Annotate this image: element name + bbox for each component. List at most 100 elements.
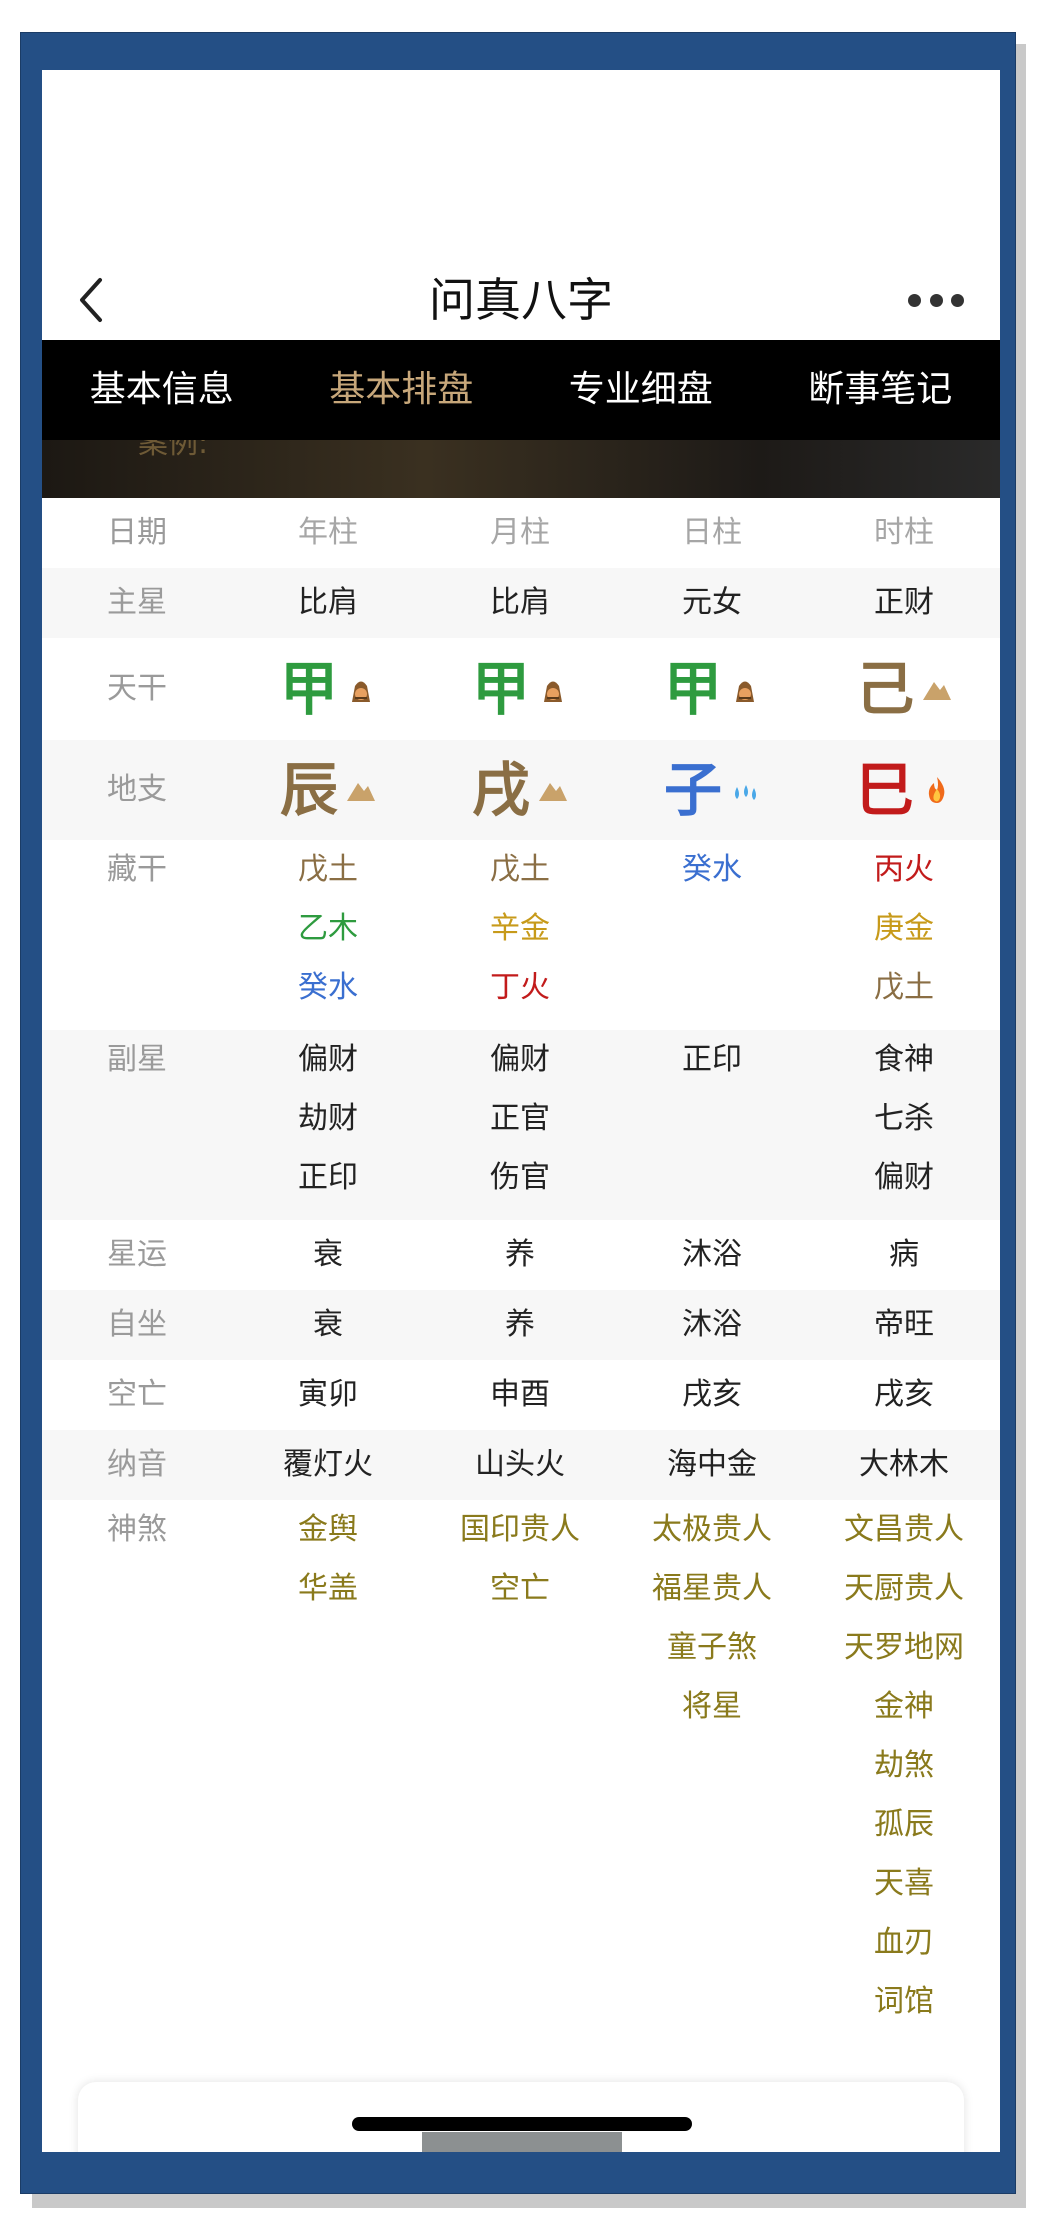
redacted-text [422,2132,622,2152]
tiangan-char: 甲 [279,655,338,723]
dizhi-char: 戌 [471,756,530,824]
main-star-month: 比肩 [490,585,550,620]
shensha-day: 太极贵人 福星贵人 童子煞 将星 [616,1500,808,1736]
shensha-item: 天厨贵人 [844,1571,964,1606]
row-label: 地支 [107,772,167,807]
fuxing-year: 偏财 劫财 正印 [232,1030,424,1207]
water-icon [735,785,756,800]
dizhi-char: 子 [663,756,722,824]
row-label: 自坐 [107,1307,167,1342]
shensha-item: 国印贵人 [460,1512,580,1547]
canggan-month: 戊土 辛金 丁火 [424,840,616,1017]
main-star-row: 主星 比肩 比肩 元女 正财 [42,568,1000,638]
row-label: 空亡 [107,1377,167,1412]
fuxing-item: 伤官 [490,1160,550,1195]
zizuo-year: 衰 [313,1307,343,1342]
tiangan-year: 甲 [232,638,424,740]
fuxing-item: 正官 [490,1101,550,1136]
bazi-grid: 日期 年柱 月柱 日柱 时柱 主星 比肩 比肩 元女 正财 天干 甲 甲 甲 己… [42,498,1000,2060]
shensha-year: 金舆 华盖 [232,1500,424,1618]
nayin-day: 海中金 [667,1447,757,1482]
tab-basic-chart[interactable]: 基本排盘 [282,340,522,440]
fuxing-item: 食神 [874,1042,934,1077]
zizuo-day: 沐浴 [682,1307,742,1342]
dizhi-month: 戌 [424,740,616,840]
shensha-item: 华盖 [298,1571,358,1606]
header-row: 日期 年柱 月柱 日柱 时柱 [42,498,1000,568]
shensha-item: 血刃 [874,1925,934,1960]
canggan-item: 乙木 [298,911,358,946]
col-header-hour: 时柱 [874,515,934,550]
tiangan-hour: 己 [808,638,1000,740]
tiangan-char: 甲 [471,655,530,723]
dizhi-char: 巳 [855,756,914,824]
row-label: 神煞 [107,1512,167,1547]
canggan-item: 癸水 [298,970,358,1005]
row-label: 藏干 [107,852,167,887]
tab-bar: 基本信息 基本排盘 专业细盘 断事笔记 [42,340,1000,440]
more-icon[interactable] [908,290,964,310]
xingyun-hour: 病 [889,1237,919,1272]
shensha-item: 劫煞 [874,1748,934,1783]
col-header-year: 年柱 [298,515,358,550]
canggan-year: 戊土 乙木 癸水 [232,840,424,1017]
canggan-item: 戊土 [298,852,358,887]
main-star-year: 比肩 [298,585,358,620]
tiangan-char: 己 [855,655,914,723]
shensha-month: 国印贵人 空亡 [424,1500,616,1618]
fuxing-item: 正印 [298,1160,358,1195]
page-title: 问真八字 [429,273,613,327]
shensha-item: 金神 [874,1689,934,1724]
kongwang-row: 空亡 寅卯 申酉 戌亥 戌亥 [42,1360,1000,1430]
fuxing-item: 偏财 [490,1042,550,1077]
shensha-row: 神煞 金舆 华盖 国印贵人 空亡 太极贵人 福星贵人 童子煞 将星 文昌贵人 天… [42,1500,1000,2060]
main-star-day: 元女 [682,585,742,620]
kongwang-hour: 戌亥 [874,1377,934,1412]
nayin-hour: 大林木 [859,1447,949,1482]
tab-notes[interactable]: 断事笔记 [761,340,1001,440]
banner-strip: 案例: [42,440,1000,498]
canggan-item: 戊土 [874,970,934,1005]
row-label: 纳音 [107,1447,167,1482]
earth-icon [539,783,567,801]
shensha-item: 词馆 [874,1984,934,2019]
fuxing-item: 七杀 [874,1101,934,1136]
nayin-row: 纳音 覆灯火 山头火 海中金 大林木 [42,1430,1000,1500]
fuxing-row: 副星 偏财 劫财 正印 偏财 正官 伤官 正印 食神 七杀 偏财 [42,1030,1000,1220]
row-label: 主星 [107,585,167,620]
col-header-day: 日柱 [682,515,742,550]
row-label: 星运 [107,1237,167,1272]
tab-basic-info[interactable]: 基本信息 [42,340,282,440]
wood-icon [736,681,754,702]
home-indicator[interactable] [352,2117,692,2131]
main-star-hour: 正财 [874,585,934,620]
xingyun-month: 养 [505,1237,535,1272]
canggan-item: 癸水 [682,852,742,887]
col-header-month: 月柱 [490,515,550,550]
canggan-item: 丙火 [874,852,934,887]
tab-pro-chart[interactable]: 专业细盘 [521,340,761,440]
kongwang-year: 寅卯 [298,1377,358,1412]
canggan-item: 庚金 [874,911,934,946]
earth-icon [923,682,951,700]
row-label: 副星 [107,1042,167,1077]
dizhi-year: 辰 [232,740,424,840]
shensha-item: 空亡 [490,1571,550,1606]
shensha-item: 文昌贵人 [844,1512,964,1547]
shensha-item: 童子煞 [667,1630,757,1665]
shensha-item: 天喜 [874,1866,934,1901]
canggan-item: 辛金 [490,911,550,946]
fuxing-item: 偏财 [874,1160,934,1195]
fuxing-day: 正印 [616,1030,808,1089]
kongwang-month: 申酉 [490,1377,550,1412]
wood-icon [352,681,370,702]
dizhi-day: 子 [616,740,808,840]
canggan-day: 癸水 [616,840,808,899]
canggan-item: 丁火 [490,970,550,1005]
banner-text: 案例: [138,440,209,461]
earth-icon [347,783,375,801]
fuxing-item: 偏财 [298,1042,358,1077]
fuxing-item: 劫财 [298,1101,358,1136]
fuxing-item: 正印 [682,1042,742,1077]
tiangan-char: 甲 [663,655,722,723]
